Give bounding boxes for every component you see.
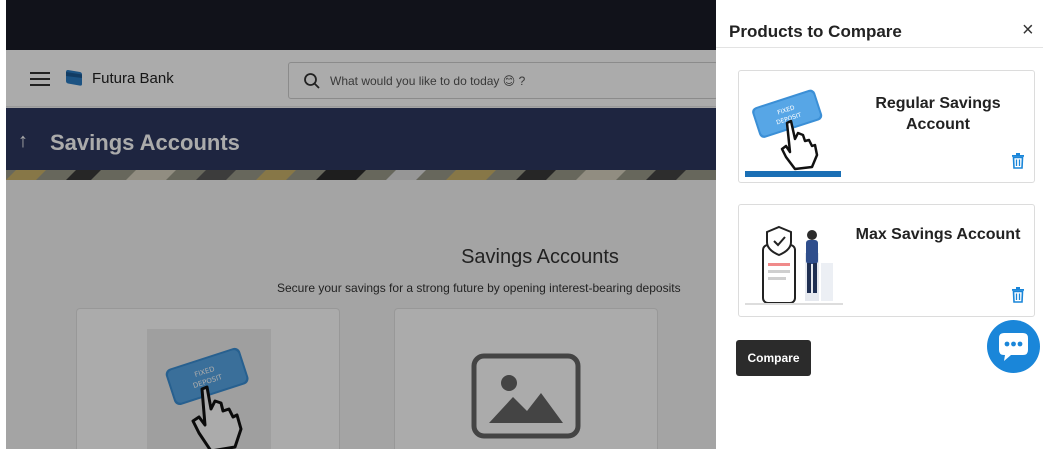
- compare-item-max-savings: Max Savings Account: [738, 204, 1035, 317]
- fixed-deposit-hand-icon: FIXED DEPOSIT: [745, 81, 843, 177]
- compare-item-name: Regular Savings Account: [875, 95, 1001, 133]
- close-icon[interactable]: ×: [1022, 20, 1034, 40]
- compare-panel-title: Products to Compare: [729, 22, 902, 41]
- chatbot-button[interactable]: [987, 320, 1040, 373]
- delete-icon[interactable]: [1011, 287, 1025, 303]
- compare-item-name: Max Savings Account: [855, 226, 1021, 243]
- compare-button[interactable]: Compare: [736, 340, 811, 376]
- phone-security-illustration-icon: [745, 215, 843, 311]
- compare-panel-header: Products to Compare ×: [716, 0, 1043, 48]
- delete-icon[interactable]: [1011, 153, 1025, 169]
- chat-bubble-icon: [999, 333, 1028, 361]
- compare-item-regular-savings: FIXED DEPOSIT Regular Savings Account: [738, 70, 1035, 183]
- compare-panel: Products to Compare × FIXED DEPOSIT Regu…: [716, 0, 1043, 449]
- root: Futura Bank What would you like to do to…: [0, 0, 1043, 449]
- modal-backdrop[interactable]: [6, 0, 716, 449]
